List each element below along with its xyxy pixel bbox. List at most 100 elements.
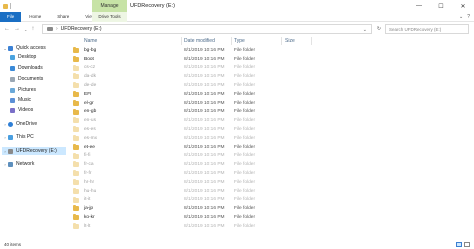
column-size[interactable]: Size	[285, 38, 295, 44]
file-name: ko-kr	[84, 215, 95, 221]
manage-tab[interactable]: Manage	[92, 0, 127, 12]
nav-desktop[interactable]: Desktop	[10, 53, 66, 61]
folder-icon	[73, 55, 79, 62]
address-bar[interactable]: › UFDRecovery (E:) ⌄	[42, 24, 372, 34]
nav-network[interactable]: › Network	[2, 160, 66, 168]
date-modified: 8/1/2019 10:16 PM	[184, 74, 225, 80]
table-row[interactable]: en-us 8/1/2019 10:16 PM File folder	[68, 116, 468, 125]
file-name: Boot	[84, 56, 94, 62]
file-name: fr-ca	[84, 162, 94, 168]
column-type[interactable]: Type	[234, 38, 245, 44]
table-row[interactable]: EFI 8/1/2019 10:16 PM File folder	[68, 90, 468, 99]
column-divider[interactable]	[311, 37, 312, 45]
folder-icon	[73, 187, 79, 194]
file-type: File folder	[234, 171, 256, 177]
desktop-icon	[10, 54, 15, 60]
network-icon	[8, 161, 13, 167]
date-modified: 8/1/2019 10:16 PM	[184, 83, 225, 89]
minimize-button[interactable]: —	[408, 0, 430, 12]
nav-label: UFDRecovery (E:)	[16, 148, 57, 154]
date-modified: 8/1/2019 10:16 PM	[184, 118, 225, 124]
tab-home[interactable]: Home	[21, 12, 49, 22]
table-row[interactable]: fr-ca 8/1/2019 10:16 PM File folder	[68, 160, 468, 169]
search-input[interactable]: Search UFDRecovery (E:)	[385, 24, 469, 34]
help-icon[interactable]: ?	[467, 14, 470, 20]
folder-icon	[73, 179, 79, 185]
nav-label: Pictures	[18, 87, 37, 93]
forward-arrow-icon[interactable]: →	[14, 26, 20, 32]
nav-quick-access[interactable]: ⌄ Quick access	[2, 44, 66, 52]
maximize-button[interactable]: ☐	[430, 0, 452, 12]
table-row[interactable]: it-it 8/1/2019 10:16 PM File folder	[68, 196, 468, 205]
file-type: File folder	[234, 206, 256, 212]
table-row[interactable]: cs-cz 8/1/2019 10:16 PM File folder	[68, 64, 468, 73]
column-date[interactable]: Date modified	[184, 38, 215, 44]
table-row[interactable]: es-es 8/1/2019 10:16 PM File folder	[68, 125, 468, 134]
table-row[interactable]: bg-bg 8/1/2019 10:16 PM File folder	[68, 46, 468, 55]
nav-documents[interactable]: Documents	[10, 75, 66, 83]
nav-drive-e[interactable]: › UFDRecovery (E:)	[2, 147, 66, 155]
folder-icon	[73, 214, 79, 221]
table-row[interactable]: el-gr 8/1/2019 10:16 PM File folder	[68, 99, 468, 108]
back-arrow-icon[interactable]: ←	[4, 26, 10, 32]
table-row[interactable]: hr-hr 8/1/2019 10:16 PM File folder	[68, 178, 468, 187]
date-modified: 8/1/2019 10:16 PM	[184, 135, 225, 141]
folder-icon[interactable]	[3, 3, 8, 9]
file-type: File folder	[234, 56, 256, 62]
table-row[interactable]: ja-jp 8/1/2019 10:16 PM File folder	[68, 204, 468, 213]
file-type: File folder	[234, 162, 256, 168]
nav-videos[interactable]: Videos	[10, 106, 66, 114]
table-row[interactable]: de-de 8/1/2019 10:16 PM File folder	[68, 81, 468, 90]
recent-locations-icon[interactable]: ⌄	[24, 27, 27, 32]
table-row[interactable]: Boot 8/1/2019 10:16 PM File folder	[68, 55, 468, 64]
table-row[interactable]: lt-lt 8/1/2019 10:16 PM File folder	[68, 222, 468, 231]
file-type: File folder	[234, 197, 256, 203]
table-row[interactable]: et-ee 8/1/2019 10:16 PM File folder	[68, 143, 468, 152]
tab-file[interactable]: File	[0, 11, 22, 22]
file-name: fi-fi	[84, 153, 91, 159]
table-row[interactable]: ko-kr 8/1/2019 10:16 PM File folder	[68, 213, 468, 222]
nav-music[interactable]: Music	[10, 96, 66, 104]
date-modified: 8/1/2019 10:16 PM	[184, 223, 225, 229]
date-modified: 8/1/2019 10:16 PM	[184, 47, 225, 53]
file-name: en-gb	[84, 109, 97, 115]
expand-ribbon-icon[interactable]: ⌄	[459, 14, 463, 20]
folder-icon	[73, 99, 79, 106]
column-divider[interactable]	[181, 37, 182, 45]
nav-this-pc[interactable]: › This PC	[2, 133, 66, 141]
column-divider[interactable]	[281, 37, 282, 45]
refresh-icon[interactable]: ↻	[374, 24, 384, 34]
folder-icon	[73, 161, 79, 168]
breadcrumb-separator-icon[interactable]: ›	[56, 26, 58, 32]
tab-share[interactable]: Share	[49, 12, 77, 22]
folder-icon	[73, 126, 79, 133]
nav-onedrive[interactable]: › OneDrive	[2, 120, 66, 128]
tab-drive-tools[interactable]: Drive Tools	[92, 11, 127, 22]
nav-downloads[interactable]: Downloads	[10, 64, 66, 72]
address-dropdown-icon[interactable]: ⌄	[363, 25, 367, 35]
nav-label: This PC	[16, 134, 34, 140]
breadcrumb-path[interactable]: UFDRecovery (E:)	[61, 26, 102, 32]
table-row[interactable]: hu-hu 8/1/2019 10:16 PM File folder	[68, 187, 468, 196]
table-row[interactable]: fi-fi 8/1/2019 10:16 PM File folder	[68, 152, 468, 161]
file-list: Name Date modified Type Size bg-bg 8/1/20…	[68, 36, 468, 238]
star-icon	[8, 45, 13, 51]
close-button[interactable]: ✕	[452, 0, 474, 12]
date-modified: 8/1/2019 10:16 PM	[184, 206, 225, 212]
table-row[interactable]: fr-fr 8/1/2019 10:16 PM File folder	[68, 169, 468, 178]
table-row[interactable]: da-dk 8/1/2019 10:16 PM File folder	[68, 72, 468, 81]
details-view-icon[interactable]	[456, 241, 462, 247]
file-type: File folder	[234, 135, 256, 141]
column-name[interactable]: Name	[84, 38, 97, 44]
file-type: File folder	[234, 188, 256, 194]
up-arrow-icon[interactable]: ↑	[31, 26, 34, 32]
column-divider[interactable]	[231, 37, 232, 45]
status-item-count: 40 items	[4, 241, 22, 247]
large-icons-view-icon[interactable]	[464, 241, 470, 247]
table-row[interactable]: es-mx 8/1/2019 10:16 PM File folder	[68, 134, 468, 143]
navigation-pane: ⌄ Quick access Desktop Downloads Documen…	[0, 40, 66, 238]
table-row[interactable]: en-gb 8/1/2019 10:16 PM File folder	[68, 108, 468, 117]
folder-icon	[73, 223, 79, 229]
nav-pictures[interactable]: Pictures	[10, 86, 66, 94]
date-modified: 8/1/2019 10:16 PM	[184, 153, 225, 159]
